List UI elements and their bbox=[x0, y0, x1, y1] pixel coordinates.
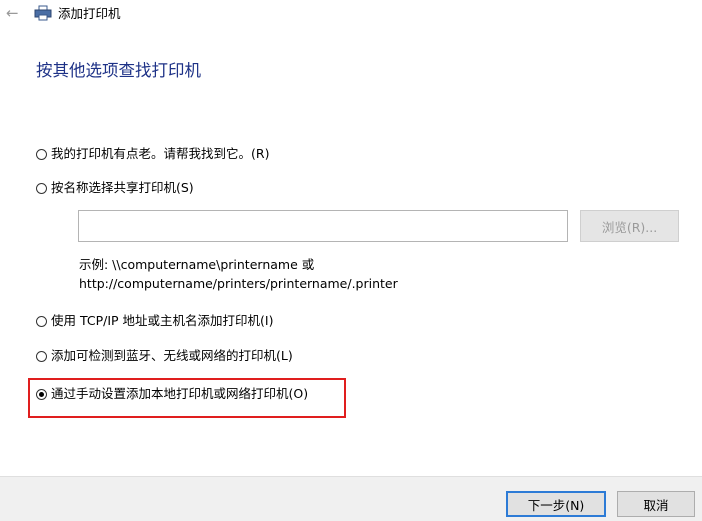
window-title: 添加打印机 bbox=[58, 6, 121, 21]
highlight-annotation bbox=[28, 378, 346, 418]
example-text-line2: http://computername/printers/printername… bbox=[79, 276, 398, 291]
option-shared-printer[interactable]: 按名称选择共享打印机(S) bbox=[36, 180, 194, 196]
radio-button[interactable] bbox=[36, 148, 47, 160]
option-bluetooth-wireless[interactable]: 添加可检测到蓝牙、无线或网络的打印机(L) bbox=[36, 348, 293, 364]
cancel-button[interactable]: 取消 bbox=[617, 491, 695, 517]
radio-button[interactable] bbox=[36, 182, 47, 194]
page-heading: 按其他选项查找打印机 bbox=[36, 61, 201, 80]
option-label: 按名称选择共享打印机(S) bbox=[51, 180, 194, 195]
option-label: 添加可检测到蓝牙、无线或网络的打印机(L) bbox=[51, 348, 293, 363]
back-arrow-icon[interactable]: ← bbox=[6, 4, 19, 22]
option-label: 使用 TCP/IP 地址或主机名添加打印机(I) bbox=[51, 313, 274, 328]
browse-button[interactable]: 浏览(R)... bbox=[580, 210, 679, 242]
printer-name-input[interactable] bbox=[78, 210, 568, 242]
title-bar: ← 添加打印机 bbox=[0, 0, 702, 28]
option-label: 我的打印机有点老。请帮我找到它。(R) bbox=[51, 146, 270, 161]
next-button[interactable]: 下一步(N) bbox=[506, 491, 606, 517]
radio-button[interactable] bbox=[36, 315, 47, 327]
option-tcpip[interactable]: 使用 TCP/IP 地址或主机名添加打印机(I) bbox=[36, 313, 274, 329]
printer-icon bbox=[34, 5, 52, 21]
example-text-line1: 示例: \\computername\printername 或 bbox=[79, 257, 315, 272]
radio-button[interactable] bbox=[36, 350, 47, 362]
option-old-printer[interactable]: 我的打印机有点老。请帮我找到它。(R) bbox=[36, 146, 269, 162]
